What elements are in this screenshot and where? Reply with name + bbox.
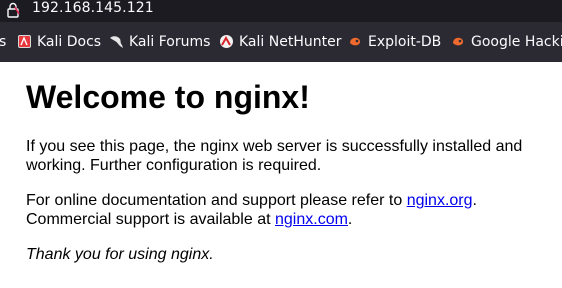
docs-paragraph: For online documentation and support ple… bbox=[26, 191, 546, 229]
commercial-period: . bbox=[347, 211, 353, 228]
nethunter-icon bbox=[220, 35, 233, 48]
page-content: Welcome to nginx! If you see this page, … bbox=[0, 62, 562, 288]
intro-paragraph: If you see this page, the nginx web serv… bbox=[26, 138, 523, 174]
bookmark-label: Kali Forums bbox=[129, 34, 211, 50]
docs-period: . bbox=[472, 192, 477, 209]
bookmark-label: Kali Docs bbox=[37, 34, 102, 50]
commercial-text: Commercial support is available at bbox=[26, 211, 275, 228]
ghdb-icon bbox=[453, 37, 464, 46]
address-bar[interactable]: 192.168.145.121 bbox=[0, 0, 562, 22]
bookmark-label: Google Hacking bbox=[471, 34, 562, 50]
bookmark-label: Kali NetHunter bbox=[239, 34, 342, 50]
thanks-text: Thank you for using nginx. bbox=[26, 246, 214, 263]
page-title: Welcome to nginx! bbox=[26, 79, 310, 115]
lock-icon[interactable] bbox=[6, 2, 20, 18]
bookmarks-toolbar: s Kali Docs Kali Forums Kali NetHunter E… bbox=[0, 22, 562, 62]
nginx-com-link[interactable]: nginx.com bbox=[275, 211, 348, 228]
bookmark-label: Exploit-DB bbox=[368, 34, 442, 50]
docs-text: For online documentation and support ple… bbox=[26, 192, 407, 209]
exploit-db-icon bbox=[350, 37, 361, 46]
url-text[interactable]: 192.168.145.121 bbox=[32, 0, 154, 17]
kali-dragon-icon bbox=[110, 36, 123, 48]
kali-docs-icon bbox=[18, 35, 31, 48]
nginx-org-link[interactable]: nginx.org bbox=[407, 192, 473, 209]
bookmark-label: s bbox=[0, 34, 7, 50]
